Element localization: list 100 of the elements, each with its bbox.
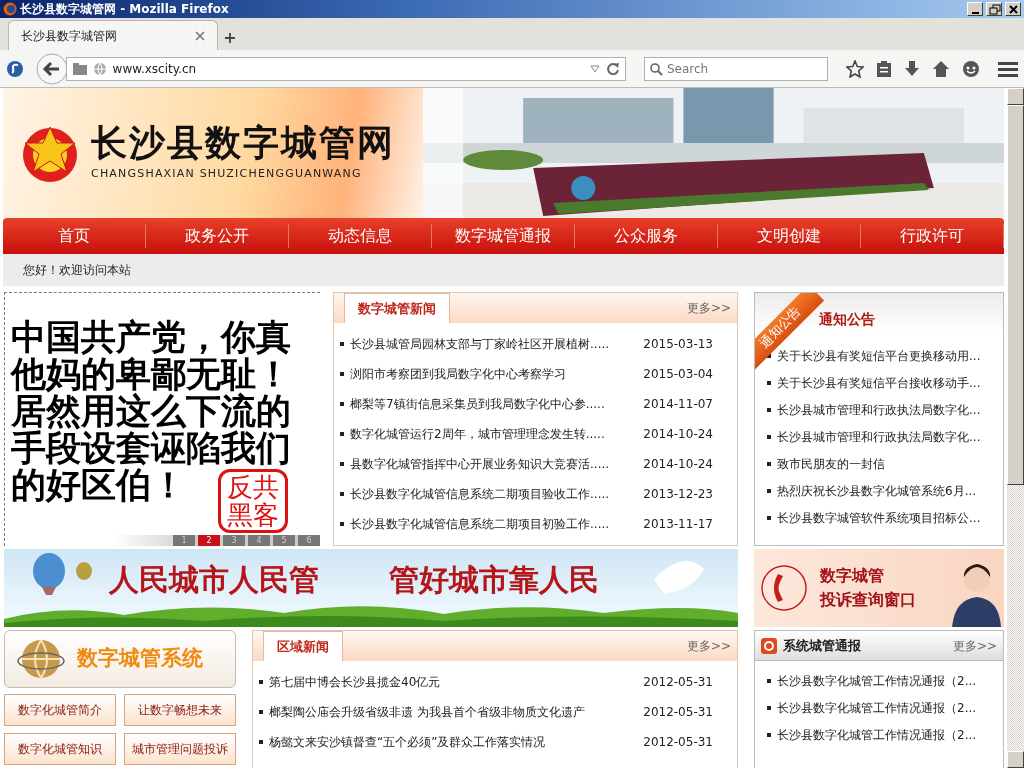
news-date: 2014-10-24 [643,456,713,473]
bullet-icon [259,740,263,744]
notice-link[interactable]: 长沙县城市管理和行政执法局数字化... [777,400,981,419]
more-link[interactable]: 更多>> [686,299,731,317]
news-date: 2012-05-31 [643,704,713,721]
globe-icon [92,61,107,76]
menu-icon[interactable] [998,59,1018,78]
sync-icon[interactable] [6,59,24,78]
dropdown-icon[interactable] [590,64,600,73]
link-button[interactable]: 数字化城管简介 [4,694,116,726]
site-name: 长沙县数字城管网 [91,123,395,160]
bullet-icon [340,432,344,436]
site-subtitle: CHANGSHAXIAN SHUZICHENGGUANWANG [91,165,363,182]
more-link[interactable]: 更多>> [952,636,997,655]
news-link[interactable]: 浏阳市考察团到我局数字化中心考察学习 [350,365,566,383]
slide-text: 中国共产党，你真 [11,319,291,356]
bullet-icon [767,380,771,385]
address-bar[interactable]: www.xscity.cn [65,56,626,81]
news-link[interactable]: 数字化城管运行2周年，城市管理理念发生转..... [350,425,605,443]
bullet-icon [340,462,344,466]
notice-link[interactable]: 长沙县城市管理和行政执法局数字化... [777,427,981,446]
notice-link[interactable]: 致市民朋友的一封信 [777,454,885,473]
clipboard-icon[interactable] [876,59,892,78]
alert-icon [761,637,777,654]
news-link[interactable]: 长沙县数字化城管信息系统二期项目验收工作..... [350,485,610,503]
close-button[interactable] [1005,2,1021,16]
scrollbar[interactable] [1007,88,1024,768]
panel-tab[interactable]: 区域新闻 [263,631,343,661]
welcome-text: 您好！欢迎访问本站 [23,262,131,279]
bullet-icon [340,342,344,346]
bulletin-link[interactable]: 长沙县数字化城管工作情况通报（2... [777,698,977,717]
bullet-icon [767,705,771,710]
panel-tab[interactable]: 数字城管新闻 [344,293,450,323]
news-date: 2015-03-13 [643,336,713,353]
nav-link[interactable]: 首页 [3,224,146,248]
bulletin-link[interactable]: 长沙县数字化城管工作情况通报（2... [777,671,977,690]
minimize-button[interactable] [967,2,983,16]
news-date: 2013-11-17 [643,516,713,533]
notice-link[interactable]: 长沙县数字城管软件系统项目招标公... [777,508,981,527]
window-title: 长沙县数字城管网 - Mozilla Firefox [20,1,229,18]
news-link[interactable]: 第七届中博会长沙县揽金40亿元 [269,673,441,691]
nav-link[interactable]: 文明创建 [718,224,861,248]
url-text: www.xscity.cn [112,60,197,78]
chat-icon[interactable] [962,59,980,78]
bullet-icon [767,678,771,683]
bullet-icon [259,710,263,714]
notice-link[interactable]: 热烈庆祝长沙县数字化城管系统6月... [777,481,977,500]
nav-link[interactable]: 数字城管通报 [432,224,575,248]
news-date: 2012-05-31 [643,734,713,751]
system-title: 数字城管系统 [77,645,203,673]
browser-tab[interactable]: 长沙县数字城管网 [8,20,218,50]
new-tab-icon[interactable] [224,32,236,44]
star-icon[interactable] [846,59,864,78]
bullet-icon [767,434,771,439]
news-date: 2015-03-04 [643,366,713,383]
bullet-icon [767,515,771,520]
link-button[interactable]: 城市管理问题投诉 [124,733,236,765]
link-button[interactable]: 让数字畅想未来 [124,694,236,726]
bullet-icon [767,488,771,493]
slide-text: 的好区伯！ [11,467,186,504]
bullet-icon [767,461,771,466]
news-date: 2012-05-31 [643,674,713,691]
download-icon[interactable] [904,59,920,78]
news-link[interactable]: 长沙县城管局园林支部与丁家岭社区开展植树..... [350,335,610,353]
slide-text: 他妈的卑鄙无耻！ [11,356,291,393]
bulletin-link[interactable]: 长沙县数字化城管工作情况通报（2... [777,725,977,744]
news-link[interactable]: 榔梨陶公庙会升级省级非遗 为我县首个省级非物质文化遗产 [269,703,585,721]
bullet-icon [767,732,771,737]
nav-link[interactable]: 政务公开 [146,224,289,248]
link-button[interactable]: 数字化城管知识 [4,733,116,765]
reload-icon[interactable] [606,62,619,75]
panel-title: 系统城管通报 [783,636,861,655]
news-link[interactable]: 长沙县数字化城管信息系统二期项目初验工作..... [350,515,610,533]
search-field[interactable]: Search [644,56,828,81]
bullet-icon [340,402,344,406]
firefox-icon [3,2,17,16]
bullet-icon [340,372,344,376]
nav-link[interactable]: 公众服务 [575,224,718,248]
bullet-icon [767,353,771,358]
news-link[interactable]: 榔梨等7镇街信息采集员到我局数字化中心参..... [350,395,605,413]
complaint-banner[interactable]: 数字城管 投诉查询窗口 [754,549,1004,627]
news-date: 2013-12-23 [643,486,713,503]
nav-link[interactable]: 动态信息 [289,224,432,248]
news-link[interactable]: 县数字化城管指挥中心开展业务知识大竞赛活..... [350,455,610,473]
slogan: 管好城市靠人民 [389,560,599,599]
slogan: 人民城市人民管 [109,560,319,599]
more-link[interactable]: 更多>> [686,637,731,655]
news-date: 2014-10-24 [643,426,713,443]
bullet-icon [767,407,771,412]
page-button[interactable]: 2 [198,535,220,546]
back-button[interactable] [35,52,68,85]
home-icon[interactable] [932,59,950,78]
news-link[interactable]: 杨懿文来安沙镇督查“五个必须”及群众工作落实情况 [269,733,546,751]
slide-text: 居然用这么下流的 [11,393,291,430]
close-icon[interactable] [195,30,205,41]
nav-link[interactable]: 行政许可 [861,224,1004,248]
slide-text: 手段设套诬陷我们 [11,430,291,467]
bullet-icon [340,492,344,496]
restore-button[interactable] [986,2,1002,16]
notice-link[interactable]: 关于长沙县有奖短信平台接收移动手... [777,373,981,392]
